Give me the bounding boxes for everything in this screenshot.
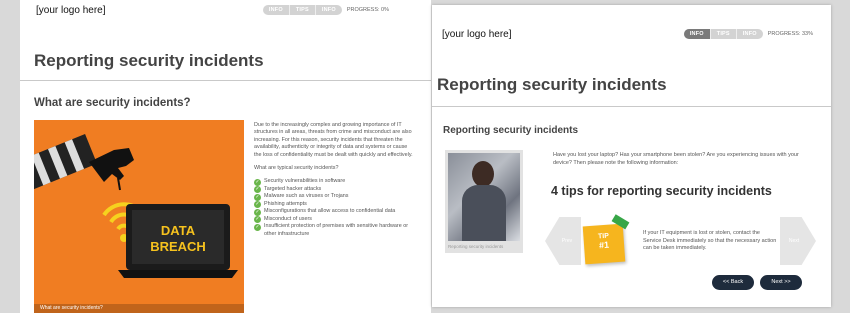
right-slide: [your logo here] INFO TIPS INFO PROGRESS… [432, 5, 831, 307]
hacker-hand-icon: DATA BREACH [34, 133, 238, 278]
page-title: Reporting security incidents [34, 51, 264, 70]
top-nav: INFO TIPS INFO PROGRESS: 0% [262, 5, 389, 15]
list-item: ✓ Misconduct of users [254, 215, 312, 224]
woman-photo: Reporting security incidents [445, 150, 523, 253]
incident-list: ✓ Security vulnerabilities in software ✓ T… [254, 178, 414, 238]
tab-tips[interactable]: TIPS [290, 5, 316, 15]
divider [432, 106, 831, 107]
tab-info-2[interactable]: INFO [316, 5, 342, 15]
progress-label: PROGRESS: 33% [767, 31, 813, 37]
breach-line2: BREACH [150, 239, 206, 254]
check-icon: ✓ [254, 193, 261, 201]
logo-placeholder: [your logo here] [442, 29, 512, 40]
photo-caption: Reporting security incidents [448, 244, 504, 249]
image-caption: What are security incidents? [34, 304, 244, 313]
prev-arrow[interactable]: Prev [545, 217, 581, 265]
list-item: ✓ Security vulnerabilities in software [254, 178, 346, 186]
divider [20, 80, 431, 81]
intro-text: Have you lost your laptop? Has your smar… [553, 152, 799, 166]
tip-text: If your IT equipment is lost or stolen, … [643, 230, 777, 252]
check-icon: ✓ [254, 186, 261, 194]
progress-label: PROGRESS: 0% [346, 7, 389, 13]
list-heading: What are typical security incidents? [254, 165, 339, 172]
tab-info[interactable]: INFO [263, 5, 290, 15]
tip-card: TIP #1 [582, 214, 630, 265]
list-item: ✓ Malware such as viruses or Trojans [254, 193, 349, 201]
next-button[interactable]: Next >> [760, 275, 802, 290]
data-breach-illustration: DATA BREACH What are security incidents? [34, 120, 244, 313]
list-item: ✓ Phishing attempts [254, 200, 307, 209]
tab-info-2[interactable]: INFO [737, 29, 763, 39]
check-icon: ✓ [254, 178, 261, 186]
breach-line1: DATA [161, 223, 196, 238]
check-icon: ✓ [254, 201, 261, 209]
tips-heading: 4 tips for reporting security incidents [551, 184, 772, 198]
check-icon: ✓ [254, 208, 261, 216]
section-title: What are security incidents? [34, 97, 191, 109]
photo-image [448, 153, 520, 241]
body-text: Due to the increasingly complex and grow… [254, 122, 414, 238]
left-slide: [your logo here] INFO TIPS INFO PROGRESS… [20, 0, 431, 313]
logo-placeholder: [your logo here] [36, 5, 106, 16]
list-item: ✓ Targeted hacker attacks [254, 185, 322, 194]
tab-tips[interactable]: TIPS [711, 29, 737, 39]
check-icon: ✓ [254, 223, 261, 231]
next-arrow[interactable]: Next [780, 217, 816, 265]
section-title: Reporting security incidents [443, 125, 579, 136]
intro-paragraph: Due to the increasingly complex and grow… [254, 122, 413, 158]
tape-icon [611, 214, 630, 230]
top-nav: INFO TIPS INFO PROGRESS: 33% [683, 29, 813, 39]
back-button[interactable]: << Back [712, 275, 754, 290]
list-item: ✓ Insufficient protection of premises wit… [254, 223, 409, 237]
page-title: Reporting security incidents [437, 75, 667, 94]
list-item: ✓ Misconfigurations that allow access to … [254, 208, 396, 216]
tab-info[interactable]: INFO [683, 29, 711, 39]
check-icon: ✓ [254, 216, 261, 224]
